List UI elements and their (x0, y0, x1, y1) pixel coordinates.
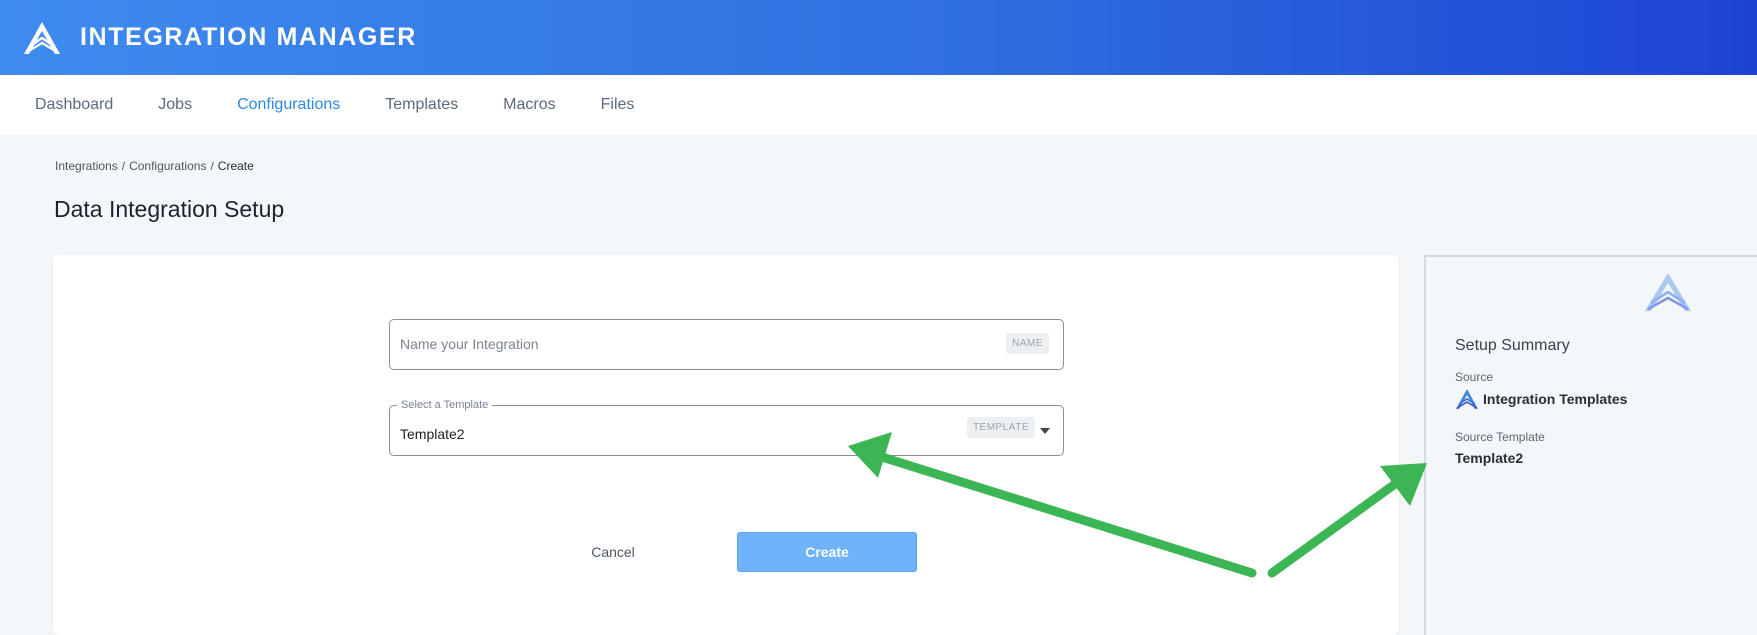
mountain-logo-icon (1643, 271, 1693, 313)
app-header: INTEGRATION MANAGER (0, 0, 1757, 75)
template-select[interactable]: Select a Template Template2 TEMPLATE (389, 399, 1064, 456)
breadcrumb-separator: / (121, 159, 126, 173)
breadcrumb-create: Create (217, 159, 254, 173)
integration-name-field[interactable]: Name your Integration NAME (389, 319, 1064, 370)
summary-source-label: Source (1455, 370, 1494, 384)
breadcrumb: Integrations / Configurations / Create (55, 159, 254, 173)
summary-source-value: Integration Templates (1483, 391, 1628, 407)
top-nav: Dashboard Jobs Configurations Templates … (0, 75, 1757, 135)
mountain-logo-icon (1455, 388, 1479, 410)
breadcrumb-integrations[interactable]: Integrations (55, 159, 118, 173)
summary-source: Integration Templates (1455, 388, 1627, 410)
template-select-label: Select a Template (397, 399, 493, 411)
nav-item-configurations[interactable]: Configurations (237, 96, 340, 114)
dropdown-caret-icon[interactable] (1040, 428, 1050, 434)
nav-item-jobs[interactable]: Jobs (158, 96, 192, 114)
breadcrumb-separator: / (210, 159, 214, 173)
cancel-button[interactable]: Cancel (580, 542, 646, 562)
setup-summary-panel: Setup Summary Source Integration Templat… (1424, 255, 1757, 635)
nav-item-files[interactable]: Files (601, 96, 635, 114)
summary-template-value: Template2 (1455, 450, 1524, 466)
breadcrumb-configurations[interactable]: Configurations (129, 159, 206, 173)
name-tag: NAME (1006, 333, 1049, 354)
nav-item-dashboard[interactable]: Dashboard (35, 96, 113, 114)
summary-template-label: Source Template (1455, 430, 1545, 444)
summary-title: Setup Summary (1455, 337, 1570, 354)
create-button[interactable]: Create (737, 532, 917, 572)
app-title: INTEGRATION MANAGER (80, 23, 417, 51)
integration-name-placeholder: Name your Integration (400, 336, 539, 352)
template-tag: TEMPLATE (966, 417, 1035, 438)
nav-item-macros[interactable]: Macros (503, 96, 555, 114)
nav-item-templates[interactable]: Templates (385, 96, 458, 114)
template-select-value: Template2 (400, 426, 465, 442)
mountain-logo-icon[interactable] (23, 19, 65, 57)
page-title: Data Integration Setup (54, 196, 285, 222)
